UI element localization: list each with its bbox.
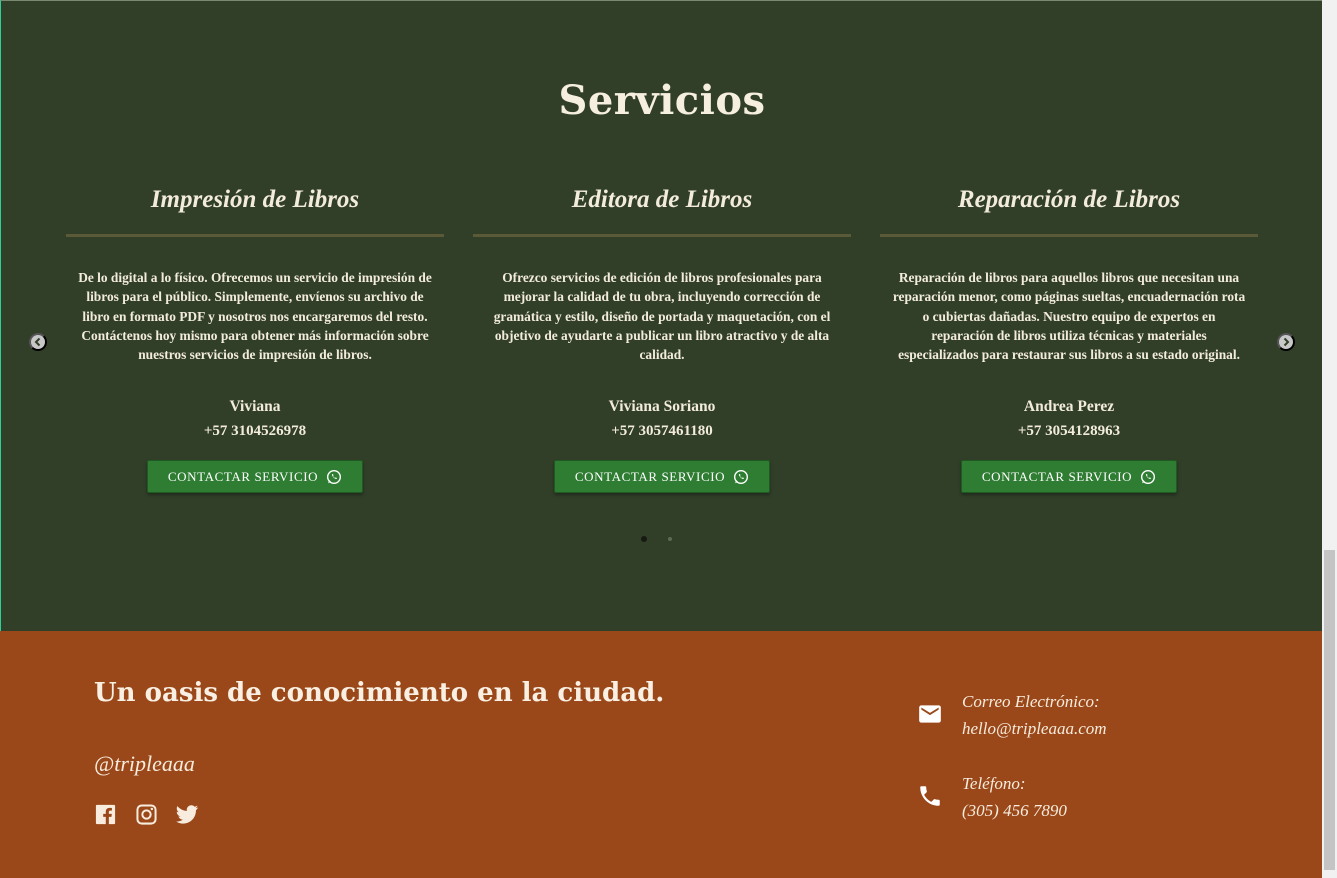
button-label: CONTACTAR SERVICIO xyxy=(981,468,1133,484)
social-handle: @tripleaaa xyxy=(94,751,195,776)
email-label: Correo Electrónico: xyxy=(962,692,1100,711)
instagram-link[interactable] xyxy=(135,803,158,830)
footer-tagline: Un oasis de conocimiento en la ciudad. xyxy=(94,678,665,708)
card-title: Editora de Libros xyxy=(571,186,753,213)
scrollbar-thumb[interactable] xyxy=(1324,550,1335,870)
card-description: Ofrezco servicios de edición de libros p… xyxy=(493,270,831,363)
services-section: Servicios Impresión de Libros De lo digi… xyxy=(0,0,1322,631)
twitter-link[interactable] xyxy=(176,803,199,830)
card-title: Impresión de Libros xyxy=(150,186,360,213)
whatsapp-icon xyxy=(327,469,342,484)
service-card-editing: Editora de Libros Ofrezco servicios de e… xyxy=(473,181,851,494)
mail-icon xyxy=(917,701,943,727)
service-card-repair: Reparación de Libros Reparación de libro… xyxy=(880,181,1258,494)
card-description: De lo digital a lo físico. Ofrecemos un … xyxy=(78,270,432,363)
carousel-next-button[interactable] xyxy=(1277,333,1295,351)
contact-name: Viviana Soriano xyxy=(608,398,716,416)
card-title: Reparación de Libros xyxy=(957,186,1181,213)
contact-phone: +57 3054128963 xyxy=(1017,423,1121,440)
twitter-icon xyxy=(176,805,199,824)
contact-phone: +57 3104526978 xyxy=(203,423,307,440)
service-card-printing: Impresión de Libros De lo digital a lo f… xyxy=(66,181,444,494)
services-title: Servicios xyxy=(558,77,766,124)
button-label: CONTACTAR SERVICIO xyxy=(167,468,319,484)
contact-service-button[interactable]: CONTACTAR SERVICIO xyxy=(553,460,771,494)
phone-icon xyxy=(917,783,943,809)
card-description: Reparación de libros para aquellos libro… xyxy=(892,270,1246,363)
social-links xyxy=(94,803,199,830)
card-divider xyxy=(473,234,851,237)
site-footer: Un oasis de conocimiento en la ciudad. @… xyxy=(0,631,1322,878)
card-divider xyxy=(880,234,1258,237)
email-value[interactable]: hello@tripleaaa.com xyxy=(962,715,1107,742)
contact-name: Viviana xyxy=(229,398,281,416)
carousel-dot-active[interactable] xyxy=(641,536,647,542)
page-scrollbar[interactable] xyxy=(1322,0,1337,878)
chevron-right-icon xyxy=(1283,337,1290,347)
button-label: CONTACTAR SERVICIO xyxy=(574,468,726,484)
whatsapp-icon xyxy=(1141,469,1156,484)
contact-service-button[interactable]: CONTACTAR SERVICIO xyxy=(146,460,364,494)
whatsapp-icon xyxy=(734,469,749,484)
phone-label: Teléfono: xyxy=(962,774,1026,793)
instagram-icon xyxy=(136,804,157,825)
carousel-pagination xyxy=(641,536,672,542)
email-contact: Correo Electrónico: hello@tripleaaa.com xyxy=(917,688,1107,742)
facebook-icon xyxy=(95,804,116,825)
phone-value[interactable]: (305) 456 7890 xyxy=(962,797,1067,824)
contact-name: Andrea Perez xyxy=(1023,398,1115,416)
page: Servicios Impresión de Libros De lo digi… xyxy=(0,0,1322,878)
chevron-left-icon xyxy=(34,337,41,347)
carousel-dot[interactable] xyxy=(668,537,672,541)
contact-phone: +57 3057461180 xyxy=(611,423,713,440)
contact-service-button[interactable]: CONTACTAR SERVICIO xyxy=(960,460,1178,494)
card-divider xyxy=(66,234,444,237)
carousel-prev-button[interactable] xyxy=(29,333,47,351)
facebook-link[interactable] xyxy=(94,803,117,830)
phone-contact: Teléfono: (305) 456 7890 xyxy=(917,770,1067,824)
